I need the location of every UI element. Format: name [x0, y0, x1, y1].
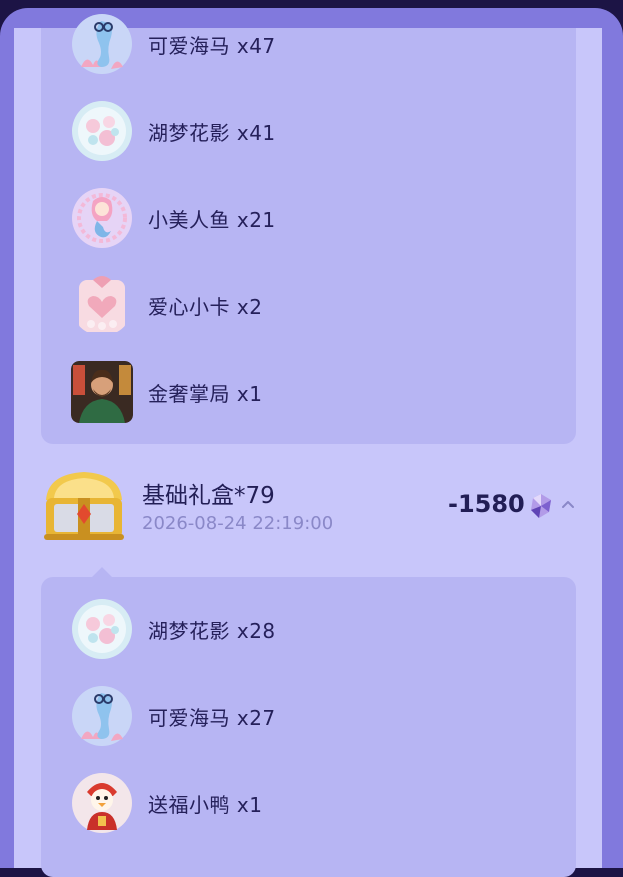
mermaid-icon [71, 187, 133, 249]
treasure-chest-icon [40, 466, 128, 546]
gift-label: 可爱海马 x47 [148, 33, 276, 58]
list-item: 小美人鱼 x21 [71, 186, 276, 250]
flower-orb-icon [71, 598, 133, 660]
list-item: 金奢掌局 x1 [71, 360, 262, 424]
gentleman-portrait-icon [71, 361, 133, 423]
seahorse-icon [71, 685, 133, 747]
lucky-duck-icon [71, 772, 133, 834]
box-amount: -1580 [448, 490, 525, 518]
gift-label: 湖梦花影 x41 [148, 120, 276, 145]
gift-label: 送福小鸭 x1 [148, 792, 263, 817]
list-item: 可爱海马 x47 [71, 12, 276, 76]
gift-label: 可爱海马 x27 [148, 705, 276, 730]
heart-card-icon [71, 274, 133, 336]
crystal-gem-icon [527, 492, 555, 520]
list-item: 湖梦花影 x41 [71, 99, 276, 163]
box-title: 基础礼盒*79 [142, 483, 275, 509]
gift-label: 爱心小卡 x2 [148, 294, 263, 319]
list-item: 送福小鸭 x1 [71, 771, 262, 835]
chevron-up-icon[interactable] [560, 496, 576, 512]
gift-label: 湖梦花影 x28 [148, 618, 276, 643]
seahorse-icon [71, 13, 133, 75]
gift-box-record[interactable]: 基础礼盒*79 2026-08-24 22:19:00 -1580 [40, 466, 585, 546]
list-item: 可爱海马 x27 [71, 684, 276, 748]
gift-label: 小美人鱼 x21 [148, 207, 276, 232]
gift-label: 金奢掌局 x1 [148, 381, 263, 406]
expand-pointer [92, 567, 112, 577]
box-timestamp: 2026-08-24 22:19:00 [142, 513, 334, 534]
list-item: 爱心小卡 x2 [71, 273, 262, 337]
flower-orb-icon [71, 100, 133, 162]
list-item: 湖梦花影 x28 [71, 597, 276, 661]
